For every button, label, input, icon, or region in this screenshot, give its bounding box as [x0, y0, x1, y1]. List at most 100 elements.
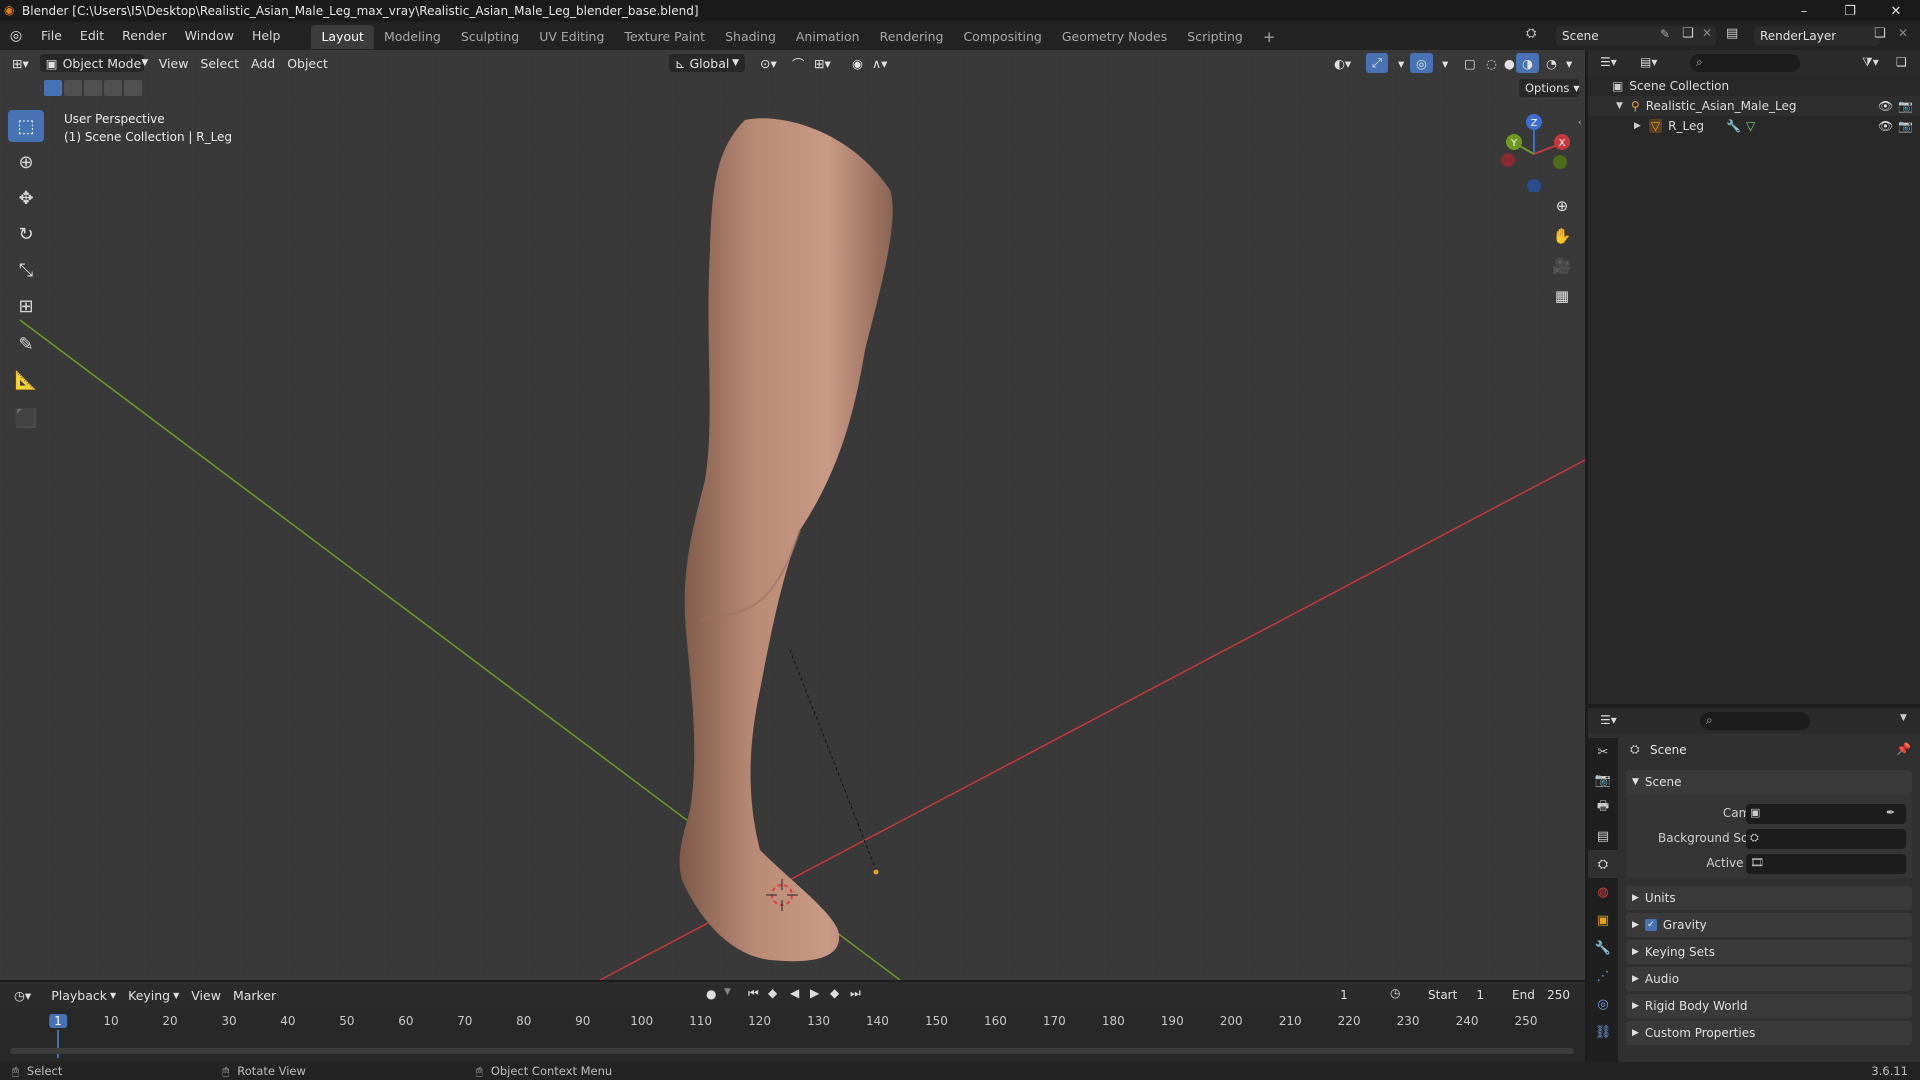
- editor-type-icon[interactable]: ⊞▾: [6, 53, 35, 73]
- shading-dropdown-icon[interactable]: ▾: [1560, 53, 1578, 73]
- new-scene-icon[interactable]: ❏: [1682, 26, 1694, 41]
- visibility-icon[interactable]: ◐▾: [1328, 53, 1357, 73]
- maximize-button[interactable]: ❐: [1828, 0, 1872, 22]
- overlay-toggle-icon[interactable]: ◎: [1410, 53, 1433, 73]
- blender-menu-icon[interactable]: ◎: [0, 28, 32, 44]
- scale-tool-icon[interactable]: ⤡: [8, 254, 44, 286]
- annotate-tool-icon[interactable]: ✎: [8, 328, 44, 360]
- active-clip-field[interactable]: 🎞: [1746, 854, 1906, 874]
- workspace-tab-sculpting[interactable]: Sculpting: [451, 25, 529, 49]
- object-menu[interactable]: Object: [281, 53, 334, 73]
- keying-menu[interactable]: Keying ▼: [122, 985, 185, 1005]
- timeline-editor-type-icon[interactable]: ◷▾: [8, 985, 37, 1005]
- modifier-tab-icon[interactable]: 🔧: [1588, 934, 1618, 962]
- chevron-down-icon[interactable]: ▼: [724, 987, 731, 997]
- 3d-viewport[interactable]: ⊞▾ ▣ Object Mode ▼ View Select Add Objec…: [0, 50, 1585, 980]
- add-workspace-button[interactable]: +: [1253, 25, 1286, 49]
- transform-orientation-selector[interactable]: ⊾ Global ▼: [668, 53, 746, 73]
- workspace-tab-geometry-nodes[interactable]: Geometry Nodes: [1052, 25, 1177, 49]
- workspace-tab-compositing[interactable]: Compositing: [953, 25, 1051, 49]
- gizmo-dropdown-icon[interactable]: ▾: [1392, 53, 1410, 73]
- tool-tab-icon[interactable]: ✂: [1588, 738, 1618, 766]
- gravity-checkbox[interactable]: ✓: [1644, 919, 1657, 931]
- output-tab-icon[interactable]: 🖶: [1588, 794, 1618, 822]
- end-frame-field[interactable]: End 250: [1496, 985, 1578, 1005]
- view-menu[interactable]: View: [153, 53, 195, 73]
- custom-properties-panel-header[interactable]: ▶ Custom Properties: [1626, 1021, 1912, 1045]
- properties-editor-type-icon[interactable]: ☰▾: [1600, 713, 1617, 727]
- xray-toggle-icon[interactable]: ▢: [1458, 53, 1482, 73]
- particles-tab-icon[interactable]: ⋰: [1588, 962, 1618, 990]
- record-keyframe-icon[interactable]: ●: [706, 987, 716, 1001]
- mode-selector[interactable]: ▣ Object Mode ▼: [38, 53, 148, 73]
- add-menu[interactable]: Add: [245, 53, 281, 73]
- rotate-tool-icon[interactable]: ↻: [8, 218, 44, 250]
- select-box-tool-icon[interactable]: ⬚: [8, 110, 44, 142]
- eyedropper-icon[interactable]: ✒: [1886, 806, 1895, 819]
- pin-icon[interactable]: 📌: [1896, 742, 1911, 756]
- modifier-wrench-icon[interactable]: 🔧: [1726, 119, 1741, 133]
- pivot-point-icon[interactable]: ⊙▾: [754, 53, 783, 73]
- remove-view-layer-icon[interactable]: ✕: [1898, 26, 1908, 40]
- properties-search-input[interactable]: ⌕: [1700, 712, 1810, 730]
- visibility-eye-icon[interactable]: 👁: [1878, 99, 1893, 113]
- workspace-tab-texture-paint[interactable]: Texture Paint: [614, 25, 715, 49]
- minimize-button[interactable]: –: [1782, 0, 1826, 22]
- measure-tool-icon[interactable]: 📐: [8, 364, 44, 396]
- scene-tab-icon[interactable]: ⛭: [1588, 850, 1618, 878]
- timeline-view-menu[interactable]: View: [185, 985, 227, 1005]
- expand-arrow-icon[interactable]: ▼: [1616, 101, 1623, 111]
- close-window-button[interactable]: ✕: [1874, 0, 1918, 22]
- current-frame-field[interactable]: 1: [1308, 985, 1380, 1005]
- workspace-tab-shading[interactable]: Shading: [715, 25, 786, 49]
- playback-menu[interactable]: Playback ▼: [45, 985, 122, 1005]
- gizmo-toggle-icon[interactable]: ⤢: [1366, 53, 1389, 73]
- render-tab-icon[interactable]: 📷: [1588, 766, 1618, 794]
- outliner-row-object[interactable]: ▶ ▽ R_Leg 🔧 ▽ 👁 📷: [1588, 116, 1920, 136]
- new-collection-icon[interactable]: ❏: [1896, 55, 1907, 69]
- scene-panel-header[interactable]: ▼ Scene: [1626, 770, 1912, 794]
- select-menu[interactable]: Select: [194, 53, 245, 73]
- jump-start-icon[interactable]: ⏮: [748, 986, 759, 1001]
- audio-panel-header[interactable]: ▶ Audio: [1626, 967, 1912, 991]
- outliner-row-scene-collection[interactable]: ▣ Scene Collection: [1588, 76, 1920, 96]
- menu-help[interactable]: Help: [243, 22, 290, 50]
- jump-end-icon[interactable]: ⏭: [850, 986, 861, 1001]
- collapse-arrow-icon[interactable]: ▶: [1634, 121, 1641, 131]
- constraints-tab-icon[interactable]: ⛓: [1588, 1018, 1618, 1046]
- keying-sets-panel-header[interactable]: ▶ Keying Sets: [1626, 940, 1912, 964]
- visibility-eye-icon[interactable]: 👁: [1878, 119, 1893, 133]
- menu-file[interactable]: File: [32, 22, 71, 50]
- view-layer-icon[interactable]: ▤: [1726, 26, 1738, 41]
- workspace-tab-animation[interactable]: Animation: [786, 25, 870, 49]
- menu-edit[interactable]: Edit: [71, 22, 113, 50]
- marker-menu[interactable]: Marker: [227, 985, 282, 1005]
- workspace-tab-modeling[interactable]: Modeling: [374, 25, 451, 49]
- workspace-tab-uv-editing[interactable]: UV Editing: [529, 25, 614, 49]
- menu-render[interactable]: Render: [113, 22, 176, 50]
- object-tab-icon[interactable]: ▣: [1588, 906, 1618, 934]
- renderlayer-selector[interactable]: RenderLayer: [1754, 26, 1880, 46]
- preview-range-icon[interactable]: ◷: [1390, 986, 1400, 1000]
- display-mode-icon[interactable]: ▤▾: [1640, 55, 1657, 69]
- pin-icon[interactable]: ✎: [1660, 27, 1670, 41]
- physics-tab-icon[interactable]: ◎: [1588, 990, 1618, 1018]
- select-invert-icon[interactable]: [104, 80, 122, 96]
- select-extend-icon[interactable]: [64, 80, 82, 96]
- view-layer-tab-icon[interactable]: ▤: [1588, 822, 1618, 850]
- sidebar-toggle-icon[interactable]: ‹: [1578, 118, 1582, 128]
- rigid-body-world-panel-header[interactable]: ▶ Rigid Body World: [1626, 994, 1912, 1018]
- add-cube-tool-icon[interactable]: ⬛: [8, 402, 44, 434]
- render-camera-icon[interactable]: 📷: [1898, 99, 1913, 113]
- play-icon[interactable]: ▶: [810, 986, 819, 1000]
- gravity-panel-header[interactable]: ▶ ✓ Gravity: [1626, 913, 1912, 937]
- camera-view-icon[interactable]: 🎥: [1548, 252, 1576, 280]
- outliner-editor-type-icon[interactable]: ☰▾: [1600, 55, 1617, 69]
- menu-window[interactable]: Window: [176, 22, 243, 50]
- cursor-tool-icon[interactable]: ⊕: [8, 146, 44, 178]
- options-dropdown[interactable]: Options ▼: [1518, 78, 1580, 98]
- play-reverse-icon[interactable]: ◀: [790, 986, 799, 1000]
- select-subtract-icon[interactable]: [84, 80, 102, 96]
- workspace-tab-rendering[interactable]: Rendering: [870, 25, 954, 49]
- perspective-grid-icon[interactable]: ▦: [1548, 282, 1576, 310]
